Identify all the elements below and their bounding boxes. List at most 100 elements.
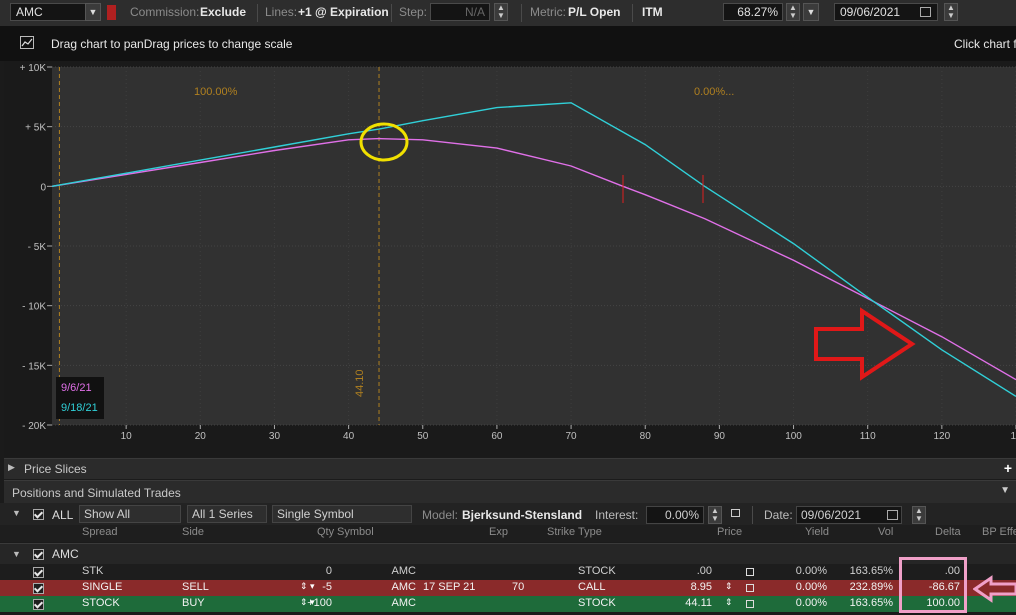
cell-symbol: AMC: [391, 597, 416, 609]
table-row[interactable]: SINGLE SELL -5 AMC 17 SEP 21 70 CALL 8.95 0.00% 2…: [0, 580, 1016, 596]
price-spinner-icon[interactable]: ⇕: [725, 597, 733, 608]
date-spinner-positions[interactable]: ▲ ▼: [912, 506, 926, 524]
col-exp[interactable]: Exp: [489, 526, 508, 538]
probability-input[interactable]: 68.27%: [723, 3, 783, 21]
legend-series-1: 9/6/21: [61, 382, 92, 394]
cell-price[interactable]: .00: [697, 565, 712, 577]
step-spinner[interactable]: ▲ ▼: [494, 3, 508, 21]
col-strike[interactable]: Strike: [547, 526, 575, 538]
cell-spread: SINGLE: [82, 581, 123, 593]
lock-icon[interactable]: [731, 509, 740, 517]
x-tick-label: 50: [417, 431, 429, 442]
qty-spinner-icon[interactable]: ⇕ ▾: [300, 581, 315, 592]
date-positions-value: 09/06/2021: [801, 508, 862, 522]
symbol-mode-dropdown[interactable]: Single Symbol: [272, 505, 412, 523]
col-type[interactable]: Type: [578, 526, 602, 538]
table-header: [0, 525, 1016, 542]
price-spinner-icon[interactable]: ⇕: [725, 581, 733, 592]
pl-chart-svg[interactable]: + 10K + 5K 0 - 5K - 10K - 15K - 20K 10 20 30 40 50…: [4, 61, 1016, 457]
cell-vol: 163.65%: [849, 597, 893, 609]
price-slices-panel[interactable]: ▶ Price Slices +: [4, 458, 1016, 479]
x-tick-label: 110: [860, 431, 876, 442]
cell-qty[interactable]: -5: [322, 581, 332, 593]
cell-type: STOCK: [578, 597, 616, 609]
expand-arrow-icon[interactable]: ▶: [8, 462, 15, 473]
table-row[interactable]: STOCK BUY +100 AMC STOCK 44.11 0.00% 163.65% 100…: [0, 596, 1016, 612]
group-collapse-icon[interactable]: ▼: [12, 549, 21, 559]
col-vol[interactable]: Vol: [878, 526, 893, 538]
y-axis: + 10K + 5K 0 - 5K - 10K - 15K - 20K: [20, 63, 52, 432]
row-checkbox[interactable]: [33, 599, 44, 610]
row-checkbox[interactable]: [33, 567, 44, 578]
itm-value[interactable]: ITM: [642, 5, 663, 19]
date-spinner[interactable]: ▲ ▼: [944, 3, 958, 21]
x-tick-label: 120: [934, 431, 951, 442]
link-icon[interactable]: [107, 5, 116, 20]
lines-value[interactable]: +1 @ Expiration: [298, 5, 389, 19]
y-tick-label: + 10K: [20, 63, 47, 74]
probability-label-left: 100.00%: [194, 86, 238, 98]
probability-dropdown-button[interactable]: ▼: [803, 3, 819, 21]
cell-spread: STOCK: [82, 597, 120, 609]
step-input[interactable]: N/A: [430, 3, 490, 21]
qty-spinner-icon[interactable]: ⇕ ▾: [300, 597, 315, 608]
cell-side[interactable]: SELL: [182, 581, 209, 593]
col-delta[interactable]: Delta: [935, 526, 961, 538]
col-spread[interactable]: Spread: [82, 526, 117, 538]
y-tick-label: + 5K: [25, 123, 46, 134]
x-tick-label: 20: [195, 431, 207, 442]
y-tick-label: 0: [40, 182, 46, 193]
col-yield[interactable]: Yield: [805, 526, 829, 538]
model-value[interactable]: Bjerksund-Stensland: [462, 508, 582, 522]
interest-spinner[interactable]: ▲ ▼: [708, 506, 722, 524]
cell-exp: 17 SEP 21: [423, 581, 476, 593]
calendar-icon[interactable]: [920, 7, 931, 17]
commission-label: Commission:: [130, 5, 200, 19]
add-icon[interactable]: +: [1004, 460, 1012, 476]
cell-price[interactable]: 44.11: [685, 597, 712, 609]
table-row[interactable]: STK 0 AMC STOCK .00 0.00% 163.65% .00: [0, 564, 1016, 580]
cell-side[interactable]: BUY: [182, 597, 205, 609]
show-filter-dropdown[interactable]: Show All: [79, 505, 181, 523]
collapse-icon[interactable]: ▼: [1000, 485, 1010, 496]
row-checkbox[interactable]: [33, 583, 44, 594]
lock-icon[interactable]: [746, 584, 754, 592]
probability-label-right: 0.00%...: [694, 86, 735, 98]
metric-value[interactable]: P/L Open: [568, 5, 620, 19]
calendar-icon[interactable]: [887, 510, 898, 520]
cell-price[interactable]: 8.95: [691, 581, 712, 593]
metric-label: Metric:: [530, 5, 566, 19]
col-bp-effect[interactable]: BP Effe: [982, 526, 1016, 538]
toolbar-divider: [752, 506, 753, 524]
y-tick-label: - 10K: [22, 302, 46, 313]
col-price[interactable]: Price: [717, 526, 742, 538]
series-value: All 1 Series: [192, 507, 253, 521]
col-side[interactable]: Side: [182, 526, 204, 538]
cell-type: CALL: [578, 581, 606, 593]
pl-chart[interactable]: + 10K + 5K 0 - 5K - 10K - 15K - 20K 10 20 30 40 50…: [4, 61, 1016, 457]
interest-label: Interest:: [595, 508, 639, 522]
collapse-all-icon[interactable]: ▼: [12, 508, 21, 518]
group-row[interactable]: ▼ AMC: [0, 543, 1016, 564]
cell-qty[interactable]: 0: [326, 565, 332, 577]
lock-icon[interactable]: [746, 600, 754, 608]
chart-icon[interactable]: [20, 36, 34, 49]
symbol-dropdown-button[interactable]: ▼: [85, 3, 101, 21]
group-checkbox[interactable]: [33, 549, 44, 560]
interest-input[interactable]: 0.00%: [646, 506, 704, 524]
col-qty[interactable]: Qty: [317, 526, 334, 538]
select-all-checkbox[interactable]: [33, 509, 44, 520]
lock-icon[interactable]: [746, 568, 754, 576]
col-symbol[interactable]: Symbol: [337, 526, 374, 538]
x-tick-label: 40: [343, 431, 355, 442]
x-tick-label: 80: [640, 431, 652, 442]
toolbar-divider: [521, 4, 522, 22]
y-tick-label: - 15K: [22, 361, 46, 372]
current-price-label: 44.10: [354, 369, 366, 397]
series-dropdown[interactable]: All 1 Series: [187, 505, 267, 523]
commission-value[interactable]: Exclude: [200, 5, 246, 19]
probability-spinner[interactable]: ▲ ▼: [786, 3, 800, 21]
symbol-value: AMC: [16, 5, 43, 19]
y-tick-label: - 5K: [28, 242, 47, 253]
positions-panel-header[interactable]: Positions and Simulated Trades ▼: [4, 480, 1016, 503]
